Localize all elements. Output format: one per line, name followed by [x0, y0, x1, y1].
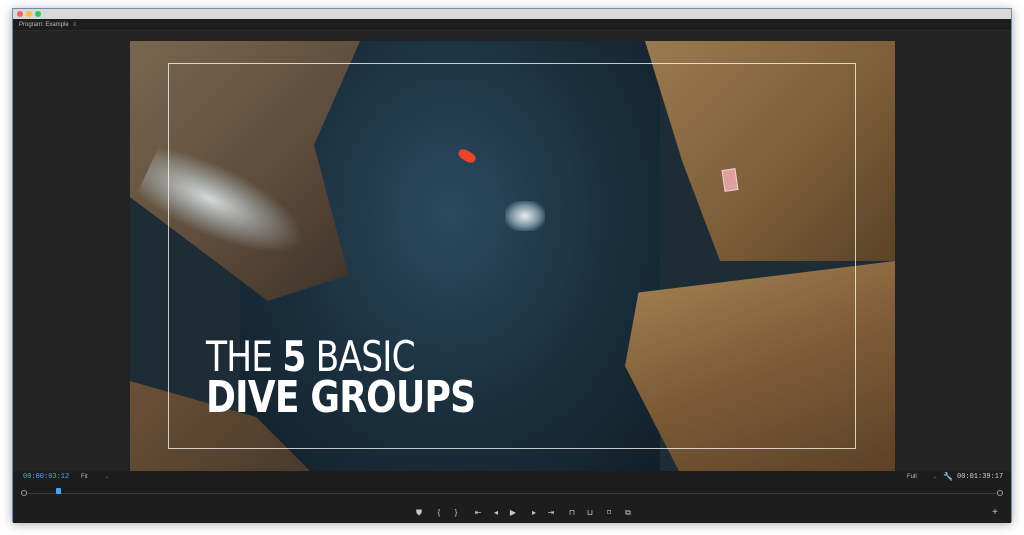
play-button[interactable]: ▶ [507, 507, 519, 519]
chevron-down-icon: ⌄ [932, 474, 937, 480]
extract-button[interactable]: ⊔ [584, 507, 596, 519]
video-frame[interactable]: THE 5 BASIC DIVE GROUPS [130, 41, 895, 471]
resolution-select[interactable]: Full ⌄ [905, 472, 939, 482]
title-line-1: THE 5 BASIC [206, 336, 475, 378]
panel-header: Program: Example ≡ [13, 19, 1011, 31]
duration-timecode: 00:01:39:17 [957, 473, 1004, 481]
mark-in-button[interactable]: { [433, 507, 445, 519]
close-window-button[interactable] [17, 11, 23, 17]
chevron-down-icon: ⌄ [104, 474, 109, 480]
maximize-window-button[interactable] [35, 11, 41, 17]
go-to-out-button[interactable]: ⇥ [545, 507, 557, 519]
export-frame-button[interactable]: ⌑ [603, 507, 615, 519]
add-marker-button[interactable]: ⛊ [413, 507, 425, 519]
transport-controls: ⛊ {} ⇤ ◂ ▶ ▸ ⇥ ⊓ ⊔ ⌑ ⧉ [13, 507, 1011, 519]
panel-title[interactable]: Program: Example [19, 22, 69, 28]
program-monitor-window: Program: Example ≡ THE 5 BASIC DIVE GROU… [12, 8, 1012, 523]
go-to-in-button[interactable]: ⇤ [472, 507, 484, 519]
hamburger-icon[interactable]: ≡ [73, 22, 77, 28]
title-line-2: DIVE GROUPS [206, 371, 476, 423]
monitor-controls: 00:00:03:12 Fit ⌄ Full ⌄ 🔧 00:01:39:17 ⛊… [13, 471, 1011, 523]
mark-out-button[interactable]: } [450, 507, 462, 519]
playhead[interactable] [56, 488, 62, 494]
zoom-select[interactable]: Fit ⌄ [77, 472, 111, 482]
zoom-handle-right[interactable] [997, 490, 1003, 496]
comparison-view-button[interactable]: ⧉ [622, 507, 634, 519]
settings-wrench-icon[interactable]: 🔧 [943, 472, 953, 481]
minimize-window-button[interactable] [26, 11, 32, 17]
step-back-button[interactable]: ◂ [490, 507, 502, 519]
monitor-area: THE 5 BASIC DIVE GROUPS [13, 31, 1011, 471]
step-forward-button[interactable]: ▸ [528, 507, 540, 519]
resolution-select-value: Full [907, 474, 917, 480]
button-editor-add-button[interactable]: + [989, 507, 1001, 519]
time-ruler[interactable] [21, 488, 1003, 498]
lift-button[interactable]: ⊓ [566, 507, 578, 519]
video-title-overlay: THE 5 BASIC DIVE GROUPS [206, 336, 476, 423]
current-timecode[interactable]: 00:00:03:12 [23, 473, 69, 481]
time-ruler-track [25, 493, 999, 494]
zoom-select-value: Fit [81, 474, 88, 480]
title-bar [13, 9, 1011, 19]
zoom-handle-left[interactable] [21, 490, 27, 496]
